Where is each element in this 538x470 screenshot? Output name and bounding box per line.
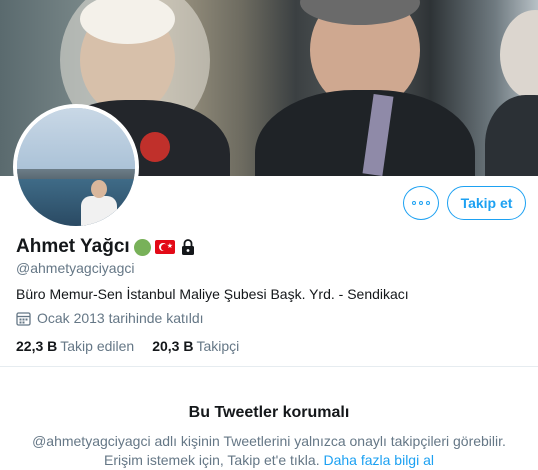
profile-handle: @ahmetyagciyagci — [16, 260, 135, 276]
avatar-person — [81, 196, 117, 226]
profile-stats: 22,3 B Takip edilen 20,3 B Takipçi — [16, 338, 239, 354]
following-label: Takip edilen — [60, 338, 135, 354]
following-count: 22,3 B — [16, 338, 58, 354]
green-circle-icon — [133, 238, 151, 256]
avatar-sea — [17, 178, 135, 226]
learn-more-link[interactable]: Daha fazla bilgi al — [323, 452, 434, 468]
following-stat-link[interactable]: 22,3 B Takip edilen — [16, 338, 134, 354]
lock-icon — [181, 239, 194, 255]
avatar-person-head — [91, 180, 107, 198]
protected-message-text: @ahmetyagciyagci adlı kişinin Tweetlerin… — [32, 433, 506, 468]
followers-stat-link[interactable]: 20,3 B Takipçi — [152, 338, 239, 354]
follow-button[interactable]: Takip et — [447, 186, 526, 220]
profile-bio: Büro Memur-Sen İstanbul Maliye Şubesi Ba… — [16, 286, 409, 302]
profile-name: Ahmet Yağcı — [16, 236, 130, 257]
profile-joined: Ocak 2013 tarihinde katıldı — [16, 310, 204, 326]
followers-label: Takipçi — [196, 338, 240, 354]
protected-message: @ahmetyagciyagci adlı kişinin Tweetlerin… — [26, 432, 512, 470]
calendar-icon — [16, 311, 31, 326]
more-options-icon — [412, 201, 430, 205]
profile-name-row: Ahmet Yağcı ★ — [16, 236, 197, 258]
protected-title: Bu Tweetler korumalı — [188, 404, 350, 421]
profile-avatar[interactable] — [13, 104, 139, 230]
turkey-flag-icon: ★ — [154, 240, 175, 254]
joined-date-text: Ocak 2013 tarihinde katıldı — [37, 310, 204, 326]
avatar-sky — [17, 108, 135, 177]
more-options-button[interactable] — [403, 186, 439, 220]
followers-count: 20,3 B — [152, 338, 194, 354]
